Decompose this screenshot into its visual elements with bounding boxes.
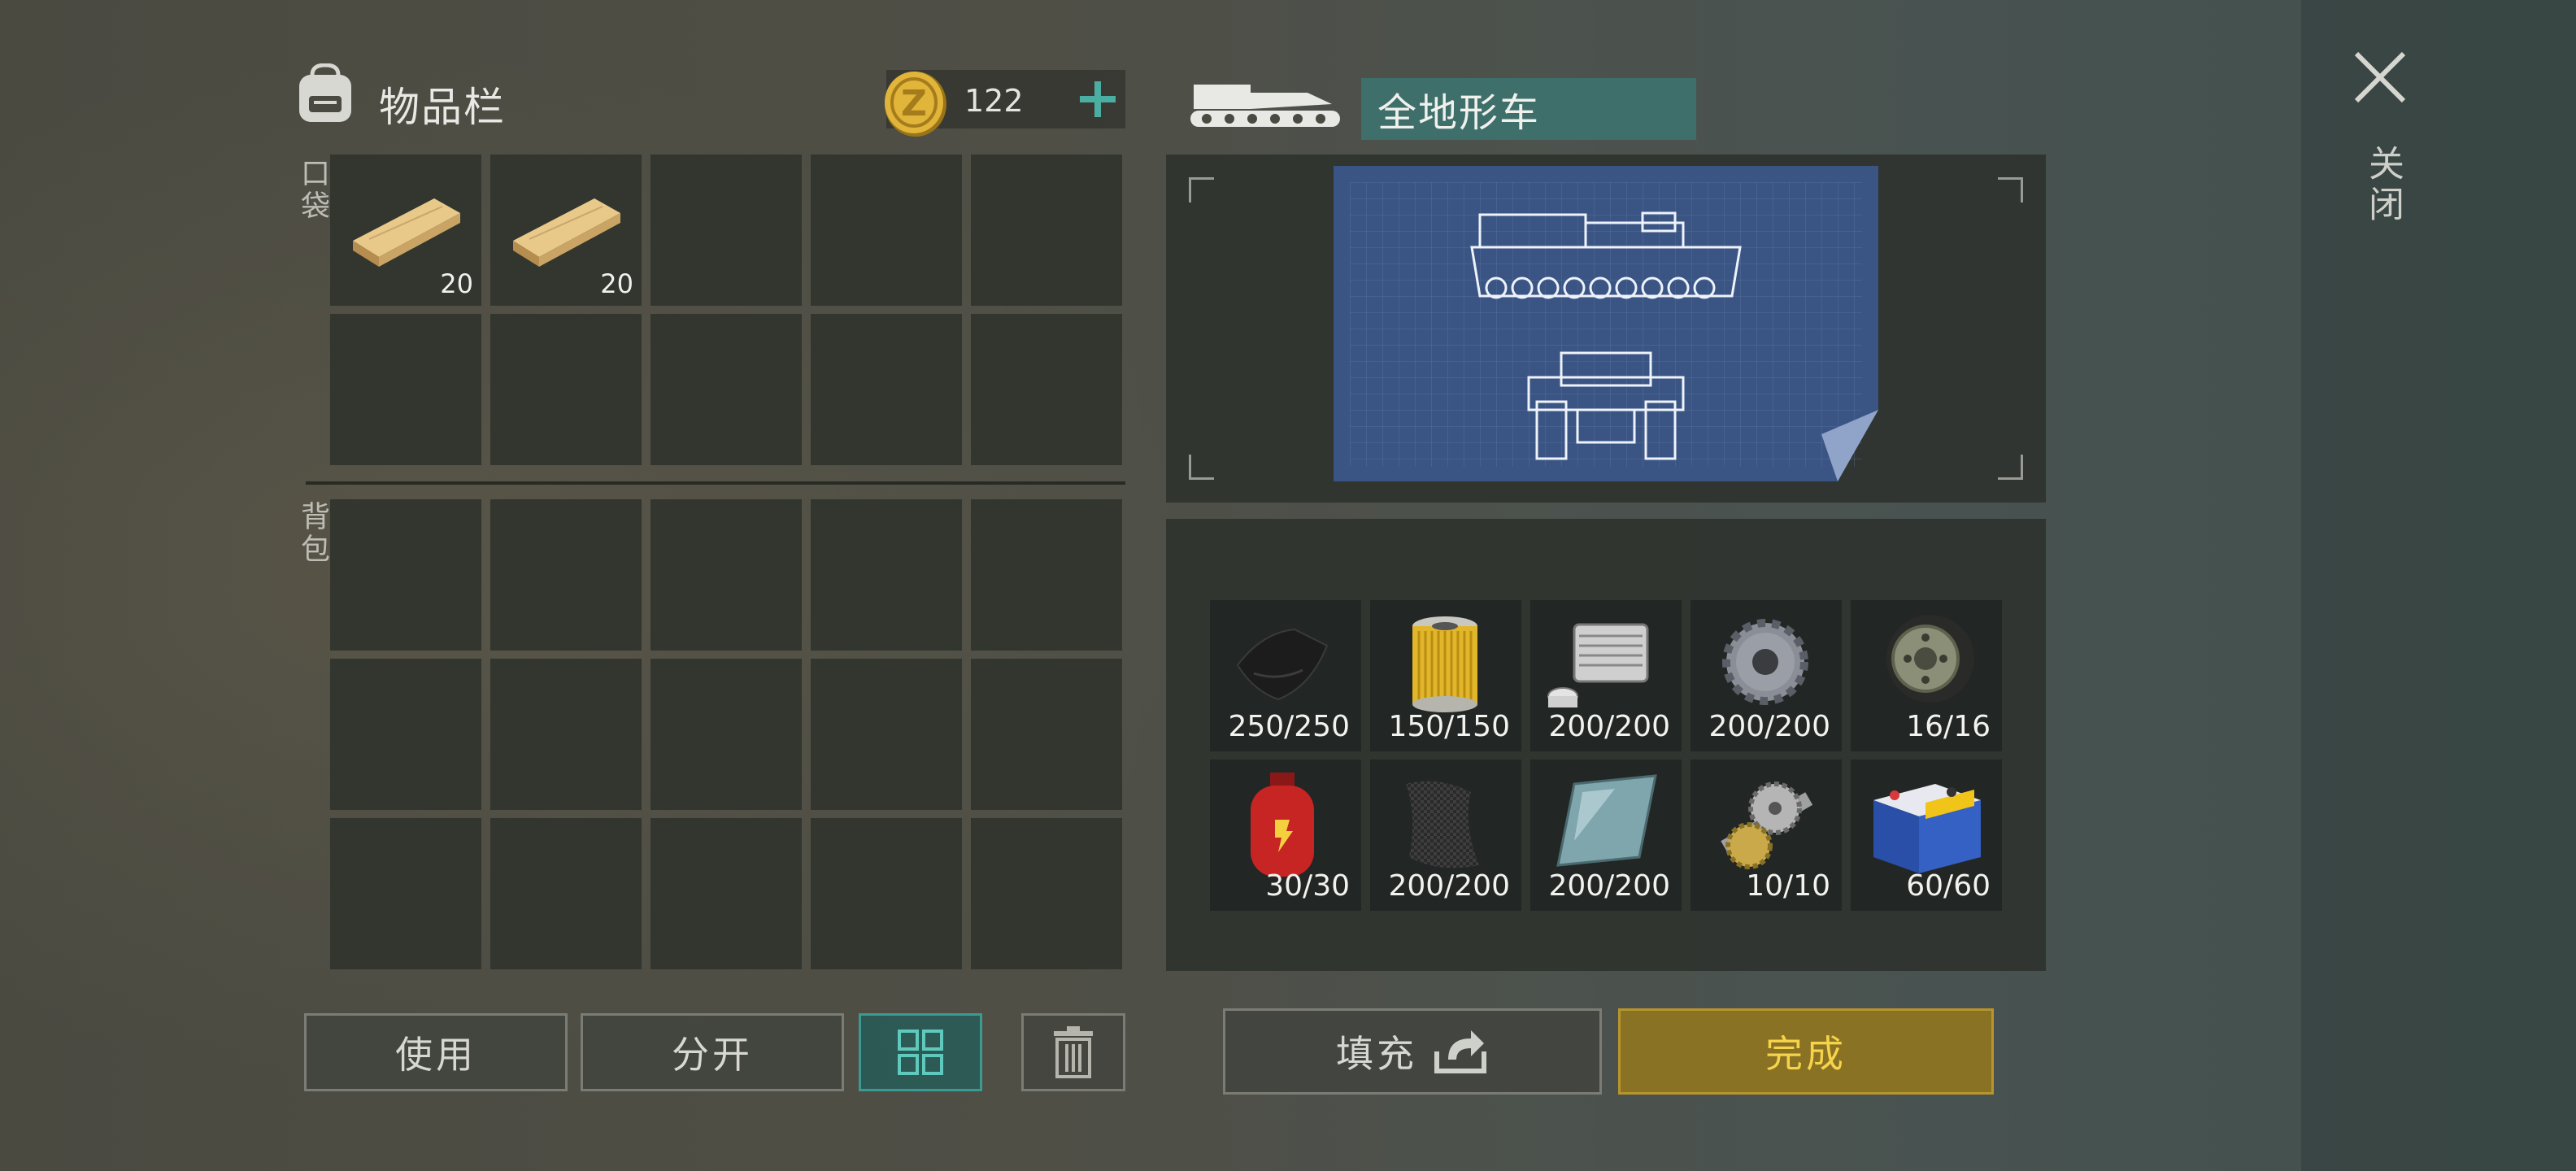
slot-quantity: 20	[600, 268, 633, 299]
backpack-slot[interactable]	[330, 818, 481, 969]
backpack-slot[interactable]	[490, 818, 642, 969]
backpack-slot[interactable]	[651, 499, 802, 651]
blueprint-panel	[1166, 155, 2046, 503]
material-quantity: 200/200	[1388, 869, 1510, 903]
material-slot[interactable]: 150/150	[1370, 600, 1521, 751]
complete-button[interactable]: 完成	[1618, 1008, 1994, 1095]
material-quantity: 16/16	[1906, 710, 1991, 743]
backpack-slot[interactable]	[971, 659, 1122, 810]
section-divider	[306, 481, 1125, 485]
pocket-label: 口袋	[296, 158, 329, 223]
pocket-slot[interactable]	[971, 314, 1122, 465]
right-sidebar-bg	[2301, 0, 2576, 1171]
pocket-slot[interactable]	[811, 155, 962, 306]
backpack-slot[interactable]	[330, 659, 481, 810]
material-quantity: 200/200	[1708, 710, 1830, 743]
pocket-slot[interactable]	[971, 155, 1122, 306]
frame-corner	[1189, 177, 1214, 202]
backpack-slot[interactable]	[490, 499, 642, 651]
slot-quantity: 20	[440, 268, 473, 299]
use-button[interactable]: 使用	[304, 1013, 568, 1091]
air-filter-icon	[1412, 616, 1477, 712]
backpack-slot[interactable]	[971, 499, 1122, 651]
pocket-slot[interactable]	[651, 314, 802, 465]
vehicle-name: 全地形车	[1361, 78, 1696, 140]
car-battery-icon	[1873, 784, 1981, 873]
material-slot[interactable]: 200/200	[1690, 600, 1842, 751]
material-quantity: 250/250	[1228, 710, 1350, 743]
inventory-title: 物品栏	[379, 84, 506, 131]
material-slot[interactable]: 250/250	[1210, 600, 1361, 751]
pocket-slot[interactable]: 20	[330, 155, 481, 306]
add-coins-button[interactable]	[1073, 75, 1122, 124]
pocket-slot[interactable]	[651, 155, 802, 306]
material-quantity: 200/200	[1548, 710, 1670, 743]
material-slot[interactable]: 10/10	[1690, 760, 1842, 911]
transmission-shaft-icon	[1721, 781, 1813, 869]
vehicle-blueprint-image	[1334, 166, 1878, 481]
backpack-slot[interactable]	[330, 499, 481, 651]
gas-canister-icon	[1251, 773, 1314, 877]
backpack-icon	[299, 63, 351, 122]
backpack-slot[interactable]	[811, 818, 962, 969]
trash-icon	[1054, 1026, 1093, 1078]
fill-button[interactable]: 填充	[1223, 1008, 1602, 1095]
wheel-hub-icon	[1886, 615, 1974, 703]
pocket-slot[interactable]	[811, 314, 962, 465]
rubber-sheet-icon	[1236, 628, 1329, 701]
sort-grid-button[interactable]	[859, 1013, 982, 1091]
grid-icon	[898, 1030, 943, 1075]
engine-cylinder-icon	[1547, 623, 1649, 707]
svg-text:Z: Z	[901, 83, 927, 124]
gear-icon	[1722, 619, 1808, 705]
pocket-slot[interactable]: 20	[490, 155, 642, 306]
split-button[interactable]: 分开	[581, 1013, 844, 1091]
material-quantity: 10/10	[1746, 869, 1830, 903]
material-slot[interactable]: 200/200	[1530, 760, 1682, 911]
backpack-label: 背包	[296, 501, 329, 566]
delete-button[interactable]	[1021, 1013, 1125, 1091]
frame-corner	[1998, 177, 2023, 202]
coin-balance: Z 122	[885, 70, 1125, 137]
frame-corner	[1998, 455, 2023, 480]
materials-panel: 250/250 150/150 200/200 200/200 16/16 30…	[1166, 519, 2046, 971]
wooden-plank-icon	[513, 198, 620, 267]
backpack-slot[interactable]	[811, 659, 962, 810]
material-slot[interactable]: 16/16	[1851, 600, 2002, 751]
material-slot[interactable]: 200/200	[1370, 760, 1521, 911]
pocket-slot[interactable]	[490, 314, 642, 465]
pocket-slot[interactable]	[330, 314, 481, 465]
material-quantity: 150/150	[1388, 710, 1510, 743]
frame-corner	[1189, 455, 1214, 480]
carbon-fabric-icon	[1406, 781, 1479, 868]
backpack-slot[interactable]	[651, 818, 802, 969]
metal-plate-icon	[1556, 774, 1657, 867]
material-quantity: 60/60	[1906, 869, 1991, 903]
inventory-header: 物品栏 Z 122	[293, 63, 1125, 145]
close-icon[interactable]	[2352, 49, 2408, 106]
backpack-slot[interactable]	[811, 499, 962, 651]
wooden-plank-icon	[353, 198, 460, 267]
material-slot[interactable]: 60/60	[1851, 760, 2002, 911]
z-coin-icon: Z	[885, 72, 946, 137]
material-quantity: 200/200	[1548, 869, 1670, 903]
coin-count: 122	[964, 83, 1024, 119]
backpack-slot[interactable]	[651, 659, 802, 810]
close-label[interactable]: 关闭	[2356, 145, 2408, 226]
backpack-slot[interactable]	[490, 659, 642, 810]
vehicle-icon	[1190, 85, 1340, 127]
fill-arrow-icon	[1434, 1030, 1486, 1073]
fill-label: 填充	[1336, 1032, 1417, 1076]
material-slot[interactable]: 200/200	[1530, 600, 1682, 751]
material-slot[interactable]: 30/30	[1210, 760, 1361, 911]
material-quantity: 30/30	[1265, 869, 1350, 903]
backpack-slot[interactable]	[971, 818, 1122, 969]
